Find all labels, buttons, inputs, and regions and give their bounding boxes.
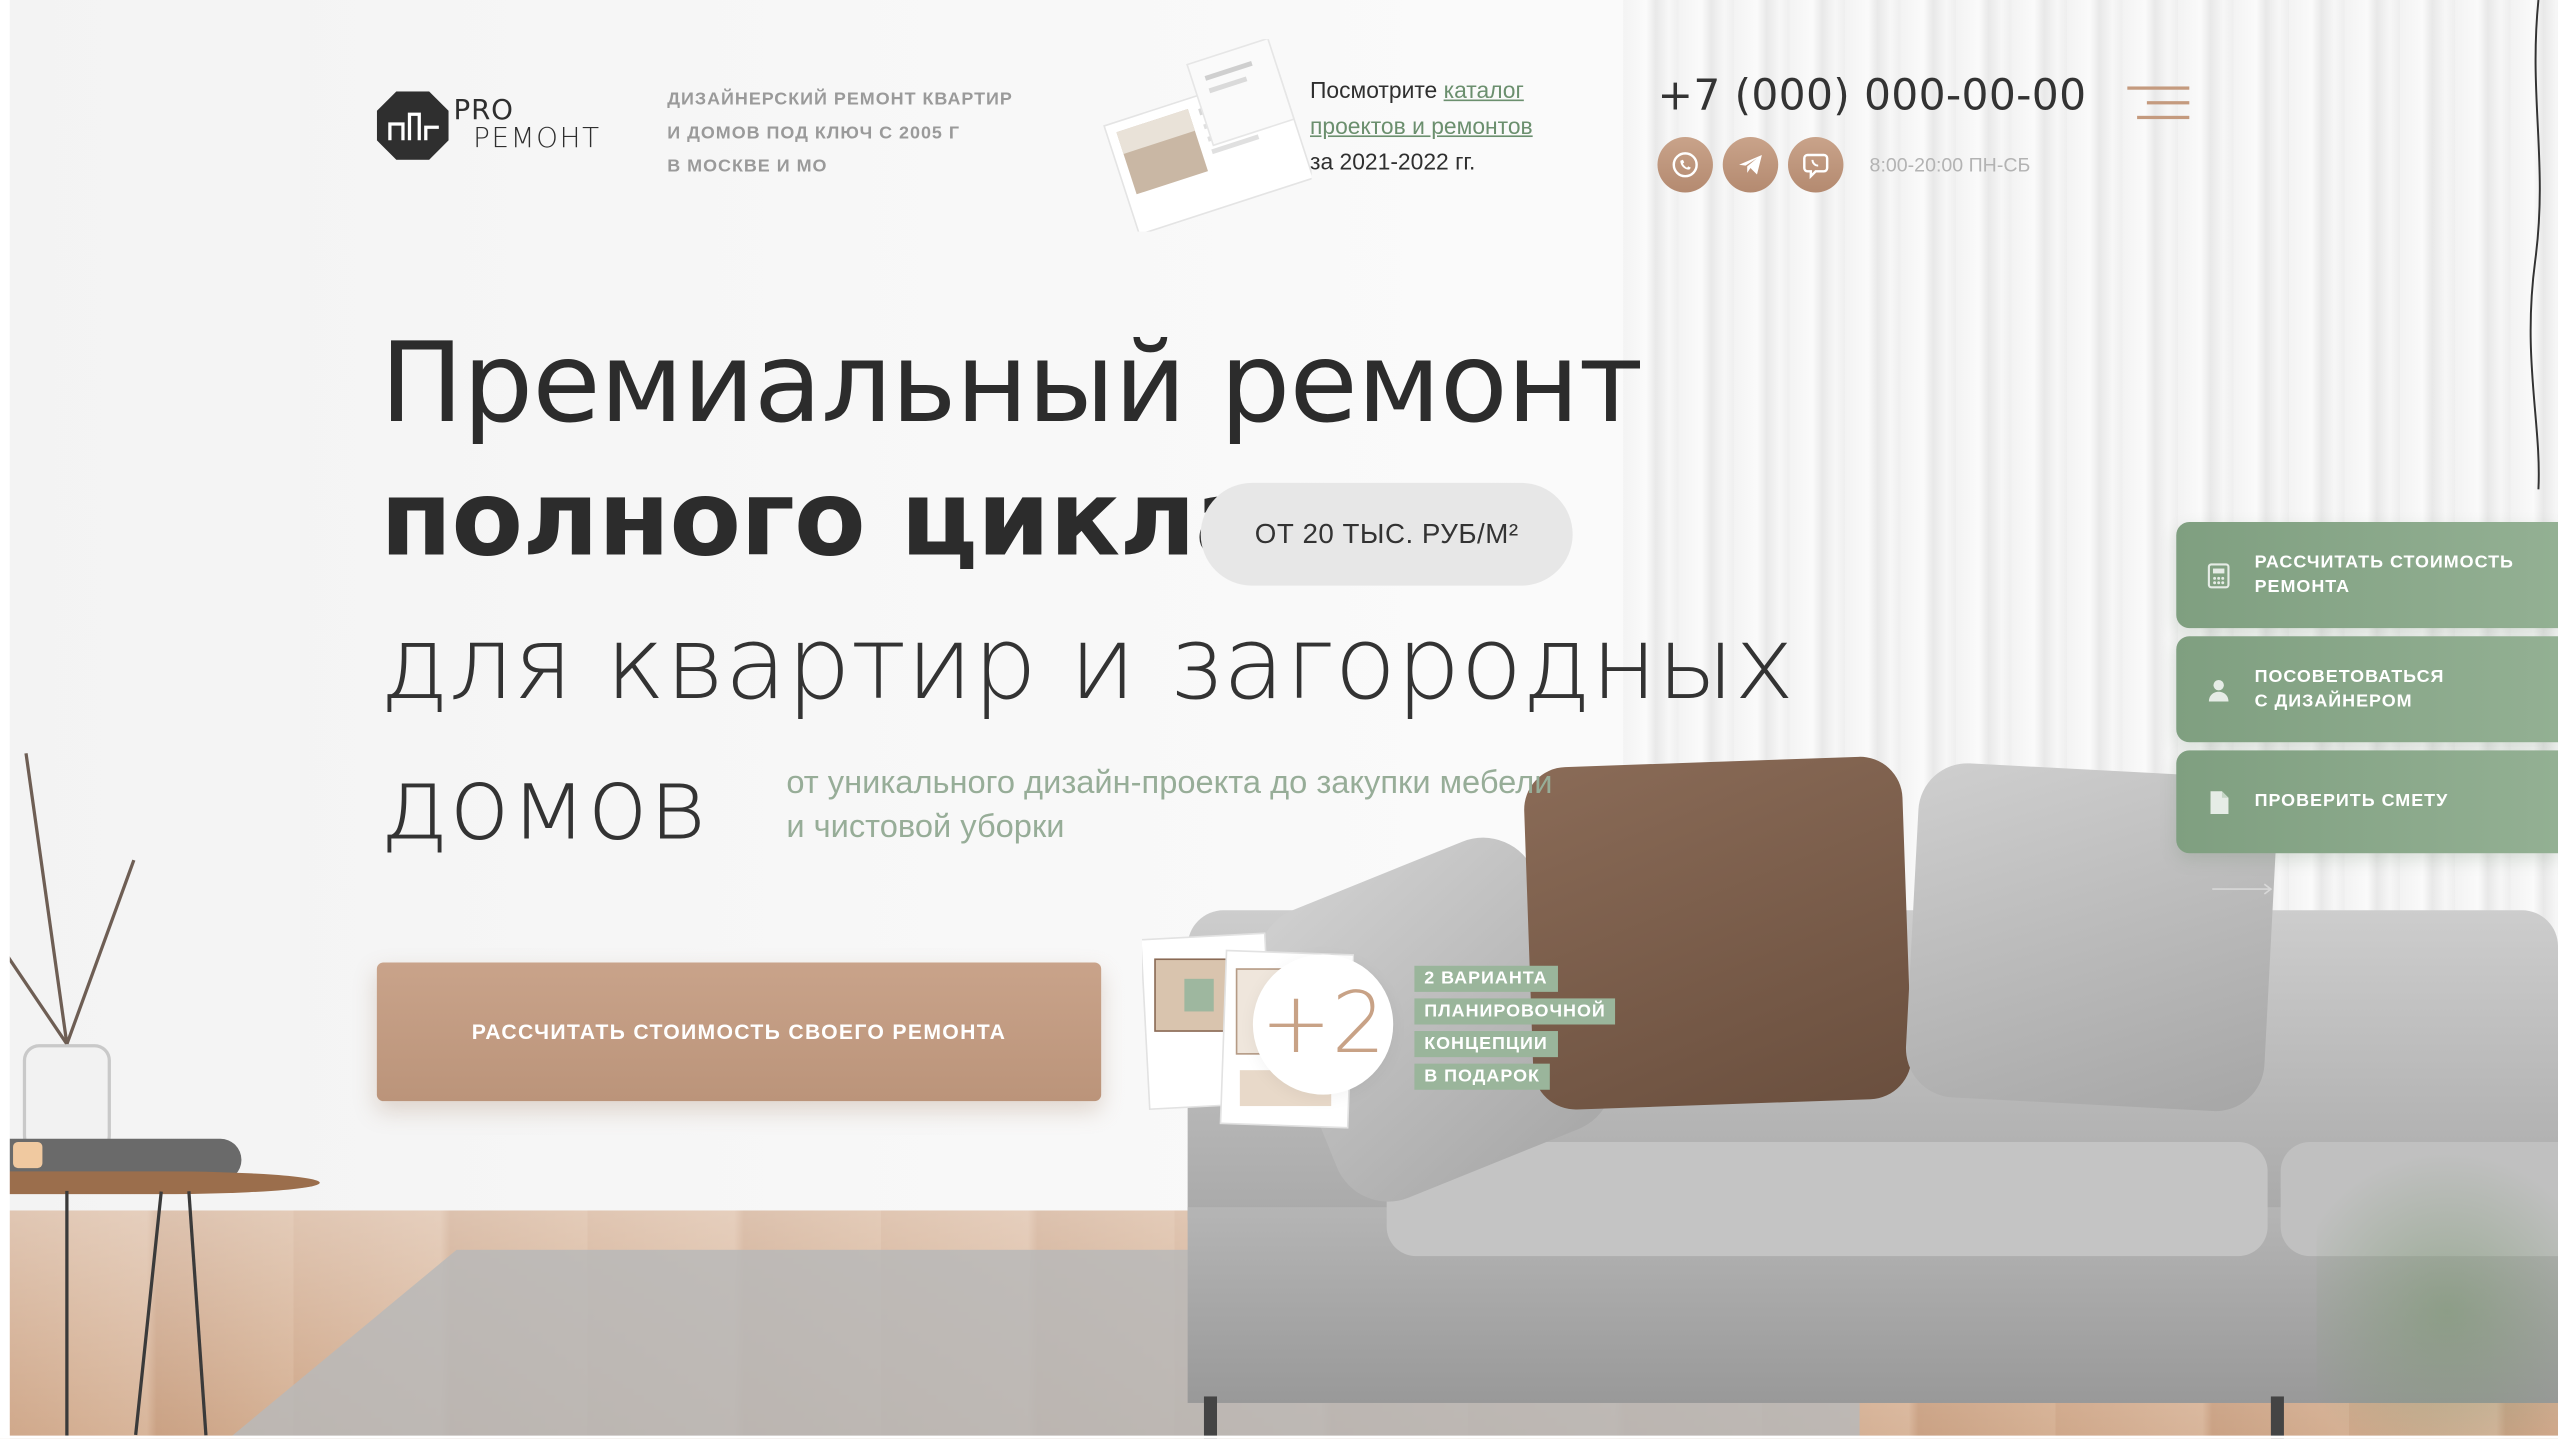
decor-sofa-cushion (1386, 1141, 2268, 1257)
burger-line (2127, 86, 2190, 90)
side-label-line: РАССЧИТАТЬ СТОИМОСТЬ (2254, 552, 2514, 572)
calculator-icon (2206, 562, 2232, 588)
table-leg (65, 1190, 69, 1436)
logo-word-remont: РЕМОНТ (473, 122, 601, 155)
company-tagline: ДИЗАЙНЕРСКИЙ РЕМОНТ КВАРТИР И ДОМОВ ПОД … (667, 83, 1013, 183)
hero-subtitle: от уникального дизайн-проекта до закупки… (786, 765, 1553, 846)
user-icon (2206, 676, 2232, 702)
price-badge: ОТ 20 ТЫС. РУБ/М² (1200, 482, 1573, 586)
side-check-estimate-button[interactable]: ПРОВЕРИТЬ СМЕТУ (2176, 750, 2558, 854)
side-button-label: ПРОВЕРИТЬ СМЕТУ (2255, 790, 2449, 814)
gift-tag: КОНЦЕПЦИИ (1414, 1031, 1558, 1058)
hero-title-line1: Премиальный ремонт (380, 319, 1643, 449)
side-label-line: ПОСОВЕТОВАТЬСЯ (2254, 666, 2445, 686)
bonus-plus-two: +2 (1252, 954, 1394, 1095)
catalog-book-image[interactable] (1103, 39, 1312, 232)
telegram-icon[interactable] (1722, 137, 1779, 193)
left-edge (0, 0, 10, 1439)
decor-candle (13, 1141, 43, 1169)
side-consult-designer-button[interactable]: ПОСОВЕТОВАТЬСЯ С ДИЗАЙНЕРОМ (2176, 636, 2558, 743)
logo[interactable]: PRO РЕМОНТ (376, 91, 601, 160)
decor-wire-line (2529, 0, 2541, 490)
side-button-label: ПОСОВЕТОВАТЬСЯ С ДИЗАЙНЕРОМ (2255, 665, 2445, 714)
hero-title-line2: полного цикла (380, 460, 1265, 581)
whatsapp-icon[interactable] (1657, 137, 1713, 193)
catalog-link[interactable]: каталог (1444, 77, 1524, 103)
tagline-line: ДИЗАЙНЕРСКИЙ РЕМОНТ КВАРТИР (667, 89, 1013, 110)
calculate-cost-button[interactable]: РАССЧИТАТЬ СТОИМОСТЬ СВОЕГО РЕМОНТА (376, 962, 1102, 1102)
gift-tags: 2 ВАРИАНТА ПЛАНИРОВОЧНОЙ КОНЦЕПЦИИ В ПОД… (1414, 965, 1616, 1097)
side-label-line: ПРОВЕРИТЬ СМЕТУ (2254, 791, 2449, 811)
menu-burger-icon[interactable] (2127, 86, 2190, 125)
house-logo-icon (376, 91, 449, 160)
page: PRO РЕМОНТ ДИЗАЙНЕРСКИЙ РЕМОНТ КВАРТИР И… (0, 0, 2558, 1439)
hero-title-line4: домов (380, 743, 708, 863)
side-button-label: РАССЧИТАТЬ СТОИМОСТЬ РЕМОНТА (2255, 551, 2514, 600)
working-hours: 8:00-20:00 ПН-СБ (1869, 153, 2031, 177)
side-calculate-button[interactable]: РАССЧИТАТЬ СТОИМОСТЬ РЕМОНТА (2176, 522, 2558, 629)
gift-tag: 2 ВАРИАНТА (1414, 965, 1558, 992)
tagline-line: В МОСКВЕ И МО (667, 156, 828, 177)
catalog-link[interactable]: проектов и ремонтов (1310, 113, 1533, 139)
sofa-leg (1203, 1396, 1218, 1439)
sofa-leg (2270, 1396, 2284, 1439)
burger-line (2146, 101, 2190, 105)
hero-title-line3: для квартир и загородных (380, 603, 1795, 723)
bottom-edge (0, 1435, 2558, 1439)
catalog-prefix: Посмотрите (1309, 76, 1444, 103)
gift-tag: В ПОДАРОК (1414, 1063, 1550, 1090)
burger-line (2137, 115, 2190, 120)
catalog-suffix: за 2021-2022 гг. (1309, 148, 1476, 175)
side-label-line: РЕМОНТА (2254, 576, 2351, 597)
catalog-promo: Посмотрите каталог проектов и ремонтов з… (1310, 72, 1533, 180)
document-icon (2206, 789, 2232, 815)
decor-plant (2316, 1125, 2558, 1436)
gift-tag: ПЛАНИРОВОЧНОЙ (1414, 998, 1616, 1025)
collapse-panel-arrow[interactable] (2212, 881, 2538, 901)
logo-wordmark: PRO РЕМОНТ (454, 97, 601, 155)
viber-icon[interactable] (1787, 137, 1844, 193)
tagline-line: И ДОМОВ ПОД КЛЮЧ С 2005 Г (667, 123, 961, 143)
phone-number[interactable]: +7 (000) 000-00-00 (1657, 72, 2086, 121)
side-label-line: С ДИЗАЙНЕРОМ (2254, 690, 2413, 711)
